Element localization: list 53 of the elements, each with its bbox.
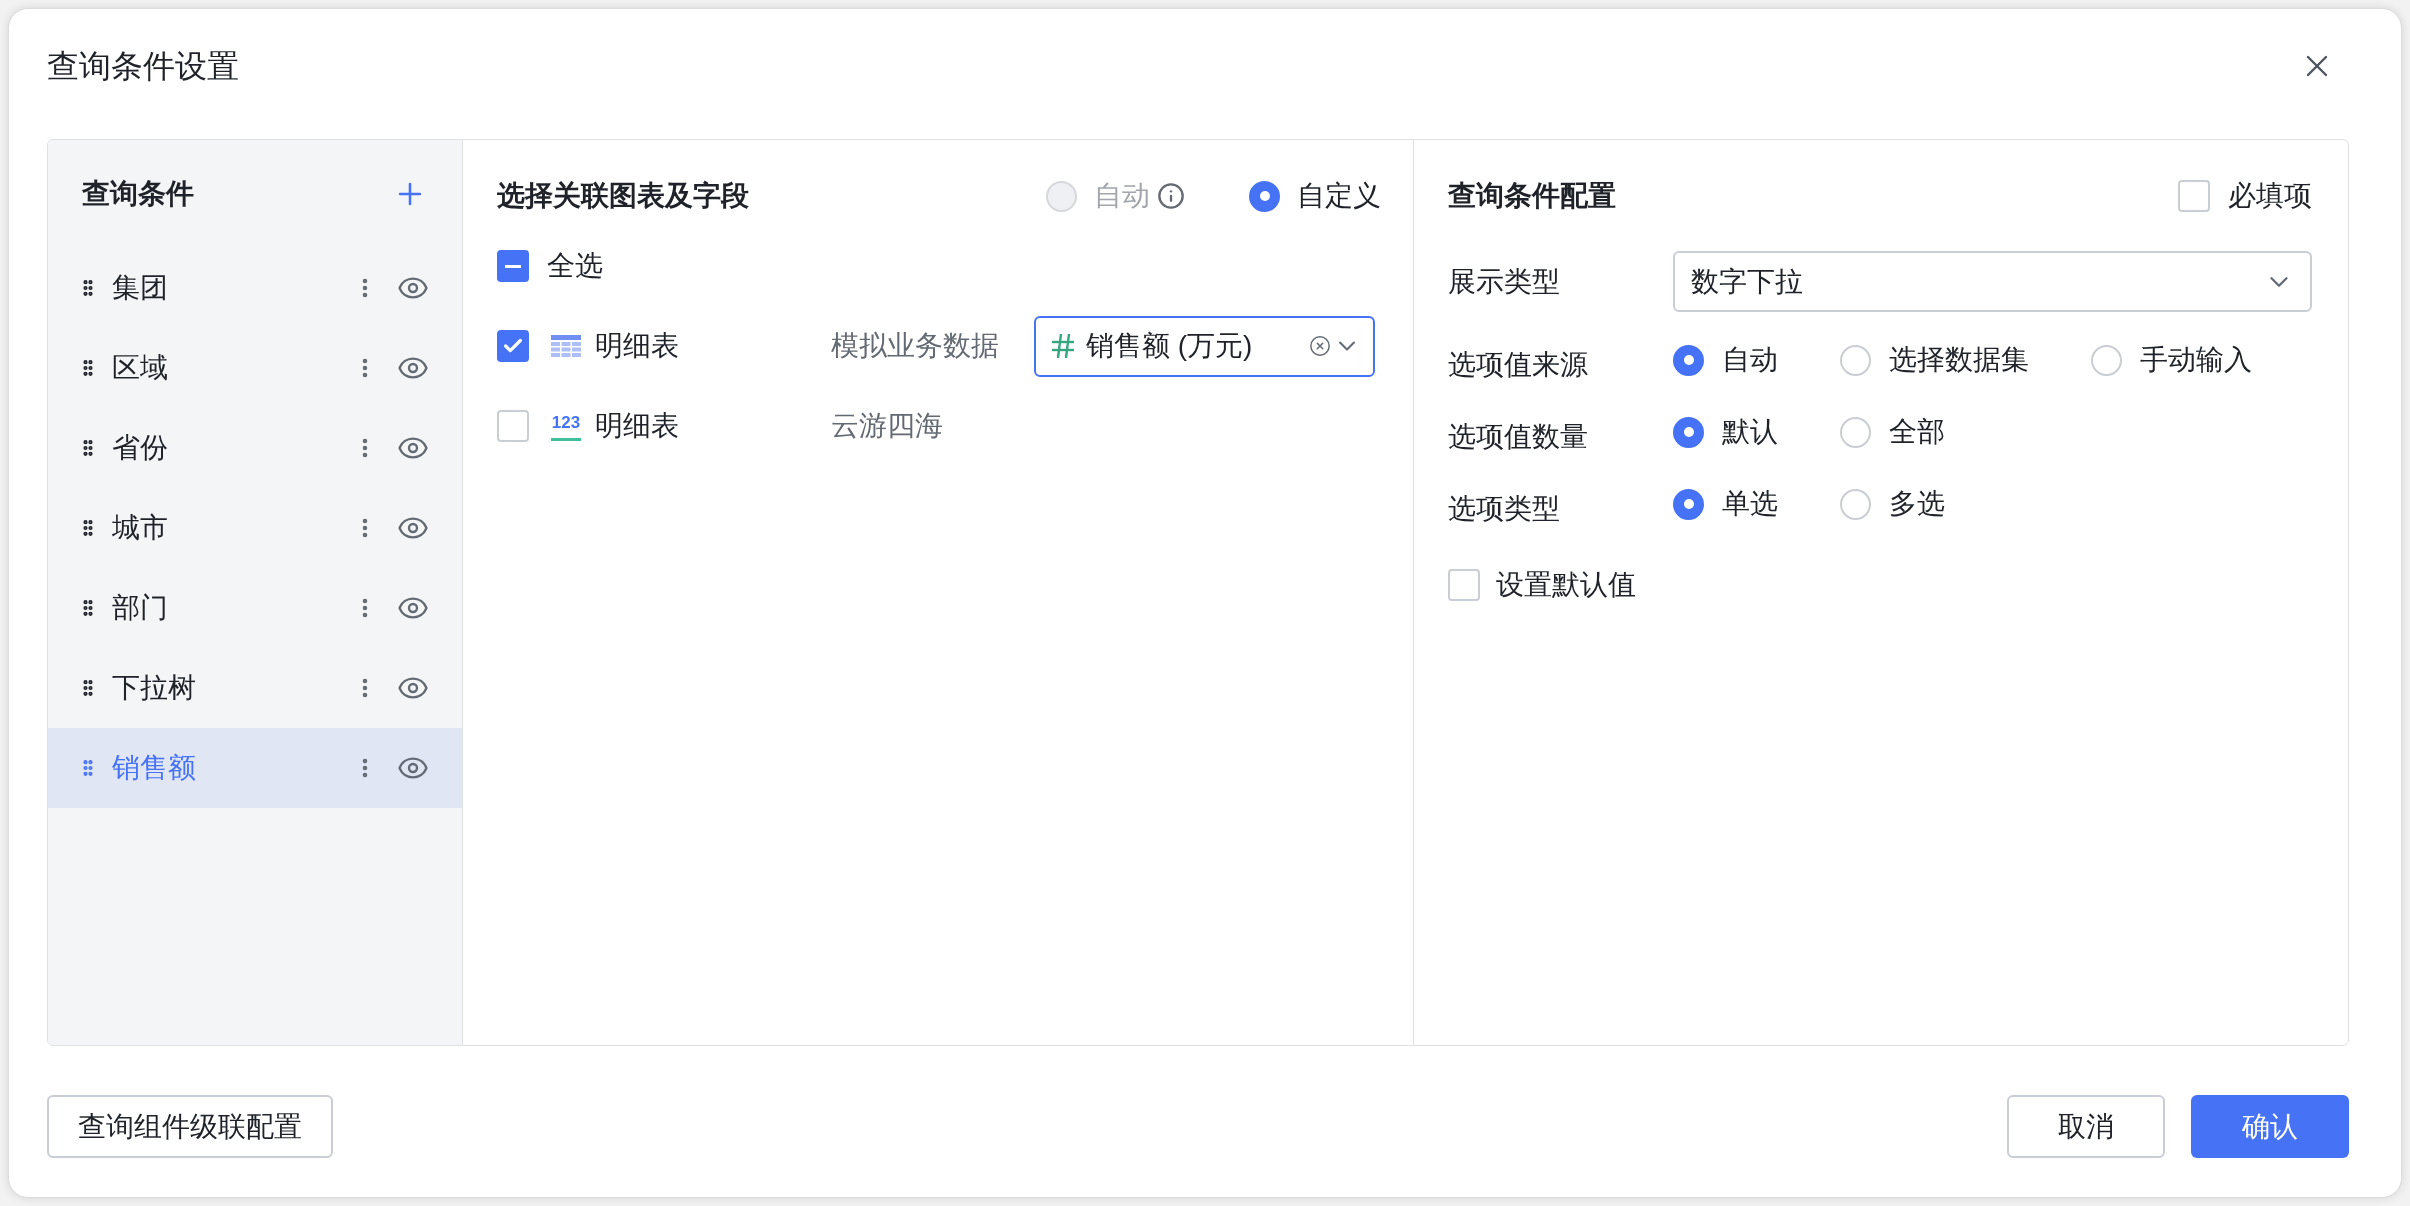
dialog-title: 查询条件设置: [47, 47, 239, 86]
checkbox-label: 全选: [547, 249, 603, 283]
radio-label: 自动: [1094, 179, 1150, 213]
table-icon: [551, 335, 581, 357]
checkbox-label: 设置默认值: [1496, 568, 1636, 602]
field-label: 选项值数量: [1448, 420, 1589, 454]
checkbox[interactable]: [1448, 569, 1480, 601]
radio-label: 默认: [1722, 415, 1778, 449]
radio-label: 自定义: [1297, 179, 1381, 213]
radio-button[interactable]: [1840, 344, 1871, 376]
radio-button[interactable]: [1673, 488, 1704, 520]
cancel-button[interactable]: 取消: [2007, 1095, 2165, 1158]
condition-item[interactable]: 部门: [48, 568, 462, 648]
clear-icon[interactable]: [1309, 335, 1331, 357]
dataset-name: 模拟业务数据: [831, 329, 1000, 363]
section-title: 查询条件配置: [1448, 179, 1616, 213]
radio-label: 多选: [1889, 487, 1945, 521]
condition-item[interactable]: 集团: [48, 248, 462, 328]
checkbox[interactable]: [2178, 180, 2210, 212]
confirm-button[interactable]: 确认: [2191, 1095, 2349, 1158]
section-title: 选择关联图表及字段: [497, 179, 750, 213]
display-type-select[interactable]: 数字下拉: [1673, 251, 2312, 312]
radio-label: 全部: [1889, 415, 1945, 449]
radio-label: 手动输入: [2140, 343, 2252, 377]
radio-button[interactable]: [1673, 344, 1704, 376]
radio-label: 选择数据集: [1889, 343, 2029, 377]
info-icon[interactable]: [1157, 182, 1185, 210]
checkbox[interactable]: [497, 330, 529, 362]
checkbox-label: 必填项: [2228, 179, 2312, 213]
field-label: 选项类型: [1448, 492, 1561, 526]
checkbox[interactable]: [497, 410, 529, 442]
dataset-name: 云游四海: [831, 409, 944, 443]
hash-icon: [1052, 334, 1074, 358]
radio-button[interactable]: [1249, 180, 1280, 212]
radio-label: 单选: [1722, 487, 1778, 521]
chart-name: 明细表: [595, 409, 680, 443]
radio-label: 自动: [1722, 343, 1778, 377]
field-select[interactable]: 销售额 (万元): [1034, 315, 1375, 377]
chart-name: 明细表: [595, 329, 680, 363]
condition-item[interactable]: 城市: [48, 488, 462, 568]
checkbox[interactable]: [497, 250, 529, 282]
minus-icon: [505, 264, 521, 268]
cascade-config-button[interactable]: 查询组件级联配置: [47, 1095, 333, 1158]
condition-item[interactable]: 下拉树: [48, 648, 462, 728]
condition-item[interactable]: 区域: [48, 328, 462, 408]
radio-button[interactable]: [2091, 344, 2122, 376]
radio-button[interactable]: [1840, 416, 1871, 448]
field-label: 展示类型: [1448, 264, 1561, 299]
radio-button[interactable]: [1840, 488, 1871, 520]
radio-button[interactable]: [1673, 416, 1704, 448]
condition-item[interactable]: 省份: [48, 408, 462, 488]
sidebar-title: 查询条件: [82, 177, 194, 211]
field-label: 选项值来源: [1448, 348, 1589, 382]
